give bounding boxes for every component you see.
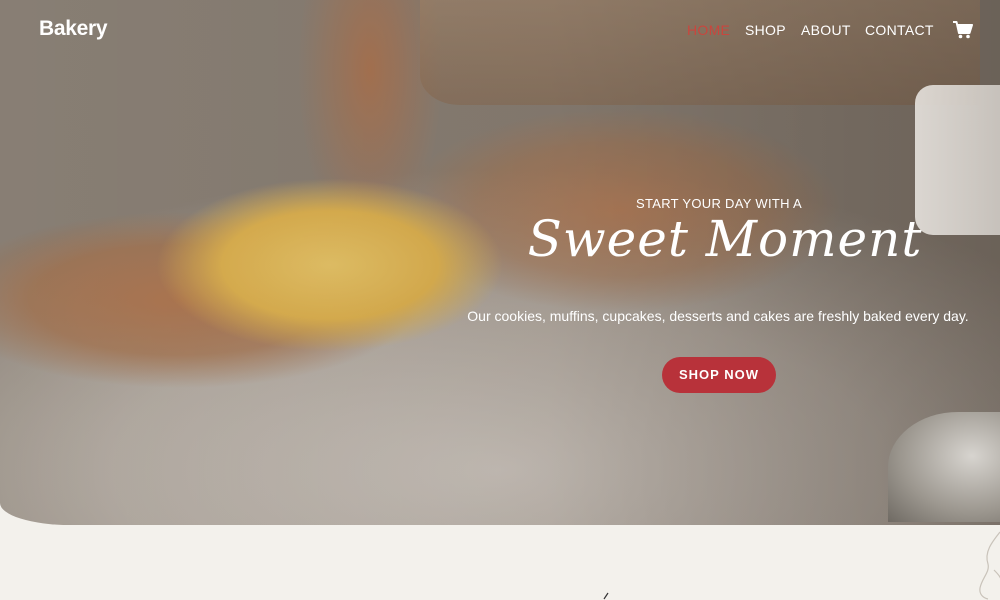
nav-contact[interactable]: CONTACT	[865, 22, 934, 38]
nav-home[interactable]: HOME	[687, 22, 730, 38]
decorative-mark-icon	[603, 592, 609, 600]
nav-shop[interactable]: SHOP	[745, 22, 786, 38]
hero-description: Our cookies, muffins, cupcakes, desserts…	[467, 308, 969, 324]
main-nav: HOME SHOP ABOUT CONTACT	[0, 22, 1000, 42]
measuring-cup-image	[888, 412, 1000, 522]
hero-headline: Sweet Moment	[527, 210, 923, 268]
decorative-sketch-icon	[979, 531, 1000, 600]
nav-about[interactable]: ABOUT	[801, 22, 851, 38]
shopping-cart-icon[interactable]	[953, 21, 973, 39]
hero-subheading: START YOUR DAY WITH A	[636, 196, 802, 211]
shop-now-button[interactable]: SHOP NOW	[662, 357, 776, 393]
